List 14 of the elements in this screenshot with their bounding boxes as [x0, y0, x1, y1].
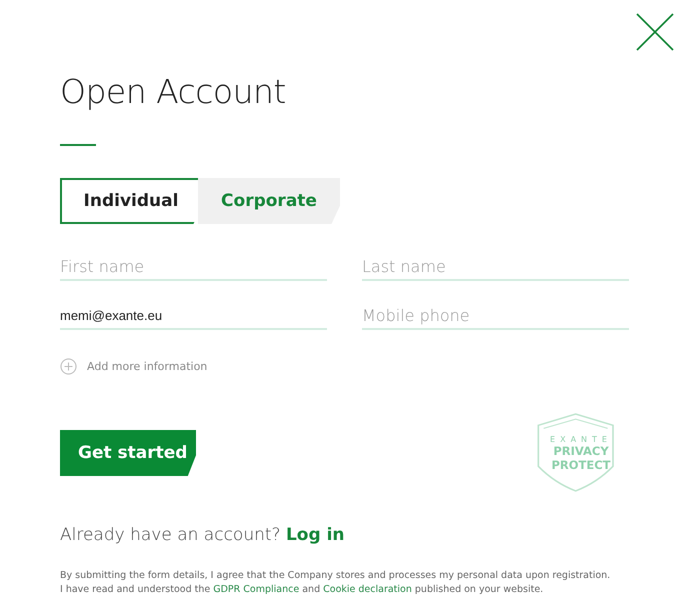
badge-label: EXANTE	[550, 434, 612, 444]
login-link[interactable]: Log in	[286, 525, 344, 545]
policy-link[interactable]: GDPR Compliance	[213, 584, 300, 595]
add-more-link[interactable]: Add more information	[87, 360, 208, 373]
get-started-button[interactable]: Get started	[60, 430, 196, 476]
login-prompt: Already have an account? Log in	[60, 525, 346, 545]
consent-text: I have read and understood the GDPR Compliance and Cookie declaration published on your website.	[60, 583, 544, 597]
close-icon[interactable]	[635, 12, 675, 52]
badge-label: PROTECT	[551, 458, 611, 472]
badge-label: PRIVACY	[553, 444, 609, 458]
policy-link[interactable]: Cookie declaration	[323, 584, 412, 595]
page-title: Open Account	[60, 72, 287, 111]
account-type-tab[interactable]: Corporate	[198, 178, 340, 224]
consent-text: By submitting the form details, I agree that the Company stores and processes my personal data upon registration.	[60, 569, 612, 583]
